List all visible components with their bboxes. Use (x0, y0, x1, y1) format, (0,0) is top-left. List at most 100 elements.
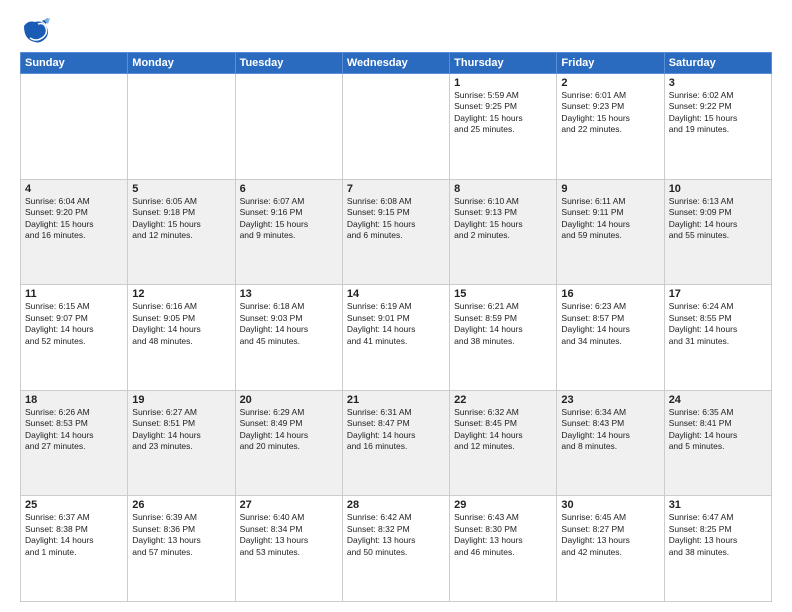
day-number: 19 (132, 394, 230, 406)
logo-icon (20, 16, 50, 46)
day-info: Sunrise: 6:04 AM Sunset: 9:20 PM Dayligh… (25, 196, 123, 242)
day-info: Sunrise: 6:24 AM Sunset: 8:55 PM Dayligh… (669, 301, 767, 347)
calendar-cell: 22Sunrise: 6:32 AM Sunset: 8:45 PM Dayli… (450, 390, 557, 496)
day-number: 29 (454, 499, 552, 511)
calendar-cell: 7Sunrise: 6:08 AM Sunset: 9:15 PM Daylig… (342, 179, 449, 285)
day-info: Sunrise: 6:29 AM Sunset: 8:49 PM Dayligh… (240, 407, 338, 453)
day-info: Sunrise: 5:59 AM Sunset: 9:25 PM Dayligh… (454, 90, 552, 136)
calendar-cell (342, 74, 449, 180)
calendar-header-row: SundayMondayTuesdayWednesdayThursdayFrid… (21, 53, 772, 74)
calendar-cell (21, 74, 128, 180)
calendar-week-row: 1Sunrise: 5:59 AM Sunset: 9:25 PM Daylig… (21, 74, 772, 180)
day-info: Sunrise: 6:11 AM Sunset: 9:11 PM Dayligh… (561, 196, 659, 242)
day-number: 13 (240, 288, 338, 300)
day-number: 17 (669, 288, 767, 300)
calendar-cell: 29Sunrise: 6:43 AM Sunset: 8:30 PM Dayli… (450, 496, 557, 602)
calendar-cell: 14Sunrise: 6:19 AM Sunset: 9:01 PM Dayli… (342, 285, 449, 391)
day-info: Sunrise: 6:47 AM Sunset: 8:25 PM Dayligh… (669, 512, 767, 558)
day-info: Sunrise: 6:35 AM Sunset: 8:41 PM Dayligh… (669, 407, 767, 453)
day-info: Sunrise: 6:01 AM Sunset: 9:23 PM Dayligh… (561, 90, 659, 136)
calendar-cell: 13Sunrise: 6:18 AM Sunset: 9:03 PM Dayli… (235, 285, 342, 391)
day-number: 28 (347, 499, 445, 511)
calendar-week-row: 11Sunrise: 6:15 AM Sunset: 9:07 PM Dayli… (21, 285, 772, 391)
day-number: 11 (25, 288, 123, 300)
day-info: Sunrise: 6:37 AM Sunset: 8:38 PM Dayligh… (25, 512, 123, 558)
day-number: 30 (561, 499, 659, 511)
day-number: 10 (669, 183, 767, 195)
calendar-header-thursday: Thursday (450, 53, 557, 74)
calendar-cell: 26Sunrise: 6:39 AM Sunset: 8:36 PM Dayli… (128, 496, 235, 602)
calendar-week-row: 4Sunrise: 6:04 AM Sunset: 9:20 PM Daylig… (21, 179, 772, 285)
calendar-cell: 4Sunrise: 6:04 AM Sunset: 9:20 PM Daylig… (21, 179, 128, 285)
day-number: 27 (240, 499, 338, 511)
day-info: Sunrise: 6:39 AM Sunset: 8:36 PM Dayligh… (132, 512, 230, 558)
calendar-cell: 30Sunrise: 6:45 AM Sunset: 8:27 PM Dayli… (557, 496, 664, 602)
calendar-header-sunday: Sunday (21, 53, 128, 74)
day-info: Sunrise: 6:19 AM Sunset: 9:01 PM Dayligh… (347, 301, 445, 347)
calendar-cell: 8Sunrise: 6:10 AM Sunset: 9:13 PM Daylig… (450, 179, 557, 285)
day-number: 1 (454, 77, 552, 89)
calendar-cell (128, 74, 235, 180)
day-number: 23 (561, 394, 659, 406)
day-number: 3 (669, 77, 767, 89)
day-info: Sunrise: 6:08 AM Sunset: 9:15 PM Dayligh… (347, 196, 445, 242)
calendar-cell: 19Sunrise: 6:27 AM Sunset: 8:51 PM Dayli… (128, 390, 235, 496)
day-info: Sunrise: 6:34 AM Sunset: 8:43 PM Dayligh… (561, 407, 659, 453)
day-number: 8 (454, 183, 552, 195)
calendar-cell: 17Sunrise: 6:24 AM Sunset: 8:55 PM Dayli… (664, 285, 771, 391)
calendar-cell: 15Sunrise: 6:21 AM Sunset: 8:59 PM Dayli… (450, 285, 557, 391)
calendar-cell: 10Sunrise: 6:13 AM Sunset: 9:09 PM Dayli… (664, 179, 771, 285)
calendar-cell: 25Sunrise: 6:37 AM Sunset: 8:38 PM Dayli… (21, 496, 128, 602)
day-info: Sunrise: 6:21 AM Sunset: 8:59 PM Dayligh… (454, 301, 552, 347)
calendar-table: SundayMondayTuesdayWednesdayThursdayFrid… (20, 52, 772, 602)
day-number: 15 (454, 288, 552, 300)
day-info: Sunrise: 6:05 AM Sunset: 9:18 PM Dayligh… (132, 196, 230, 242)
calendar-cell: 6Sunrise: 6:07 AM Sunset: 9:16 PM Daylig… (235, 179, 342, 285)
page-header (20, 16, 772, 46)
day-info: Sunrise: 6:26 AM Sunset: 8:53 PM Dayligh… (25, 407, 123, 453)
day-info: Sunrise: 6:42 AM Sunset: 8:32 PM Dayligh… (347, 512, 445, 558)
day-info: Sunrise: 6:40 AM Sunset: 8:34 PM Dayligh… (240, 512, 338, 558)
calendar-cell: 16Sunrise: 6:23 AM Sunset: 8:57 PM Dayli… (557, 285, 664, 391)
calendar-cell: 11Sunrise: 6:15 AM Sunset: 9:07 PM Dayli… (21, 285, 128, 391)
day-number: 26 (132, 499, 230, 511)
day-info: Sunrise: 6:43 AM Sunset: 8:30 PM Dayligh… (454, 512, 552, 558)
calendar-cell: 1Sunrise: 5:59 AM Sunset: 9:25 PM Daylig… (450, 74, 557, 180)
calendar-cell: 28Sunrise: 6:42 AM Sunset: 8:32 PM Dayli… (342, 496, 449, 602)
day-info: Sunrise: 6:27 AM Sunset: 8:51 PM Dayligh… (132, 407, 230, 453)
calendar-cell: 2Sunrise: 6:01 AM Sunset: 9:23 PM Daylig… (557, 74, 664, 180)
calendar-cell: 21Sunrise: 6:31 AM Sunset: 8:47 PM Dayli… (342, 390, 449, 496)
day-number: 16 (561, 288, 659, 300)
day-number: 18 (25, 394, 123, 406)
day-info: Sunrise: 6:10 AM Sunset: 9:13 PM Dayligh… (454, 196, 552, 242)
day-number: 14 (347, 288, 445, 300)
logo (20, 16, 54, 46)
day-info: Sunrise: 6:45 AM Sunset: 8:27 PM Dayligh… (561, 512, 659, 558)
calendar-header-monday: Monday (128, 53, 235, 74)
calendar-week-row: 25Sunrise: 6:37 AM Sunset: 8:38 PM Dayli… (21, 496, 772, 602)
calendar-cell: 18Sunrise: 6:26 AM Sunset: 8:53 PM Dayli… (21, 390, 128, 496)
calendar-header-friday: Friday (557, 53, 664, 74)
day-info: Sunrise: 6:31 AM Sunset: 8:47 PM Dayligh… (347, 407, 445, 453)
day-info: Sunrise: 6:32 AM Sunset: 8:45 PM Dayligh… (454, 407, 552, 453)
day-number: 31 (669, 499, 767, 511)
day-number: 25 (25, 499, 123, 511)
calendar-cell: 27Sunrise: 6:40 AM Sunset: 8:34 PM Dayli… (235, 496, 342, 602)
calendar-header-tuesday: Tuesday (235, 53, 342, 74)
day-number: 6 (240, 183, 338, 195)
day-info: Sunrise: 6:13 AM Sunset: 9:09 PM Dayligh… (669, 196, 767, 242)
day-info: Sunrise: 6:16 AM Sunset: 9:05 PM Dayligh… (132, 301, 230, 347)
day-number: 4 (25, 183, 123, 195)
day-number: 20 (240, 394, 338, 406)
day-info: Sunrise: 6:23 AM Sunset: 8:57 PM Dayligh… (561, 301, 659, 347)
day-number: 21 (347, 394, 445, 406)
calendar-cell: 9Sunrise: 6:11 AM Sunset: 9:11 PM Daylig… (557, 179, 664, 285)
day-number: 24 (669, 394, 767, 406)
day-number: 9 (561, 183, 659, 195)
calendar-cell: 23Sunrise: 6:34 AM Sunset: 8:43 PM Dayli… (557, 390, 664, 496)
day-info: Sunrise: 6:02 AM Sunset: 9:22 PM Dayligh… (669, 90, 767, 136)
calendar-header-wednesday: Wednesday (342, 53, 449, 74)
calendar-cell (235, 74, 342, 180)
day-number: 7 (347, 183, 445, 195)
day-number: 2 (561, 77, 659, 89)
